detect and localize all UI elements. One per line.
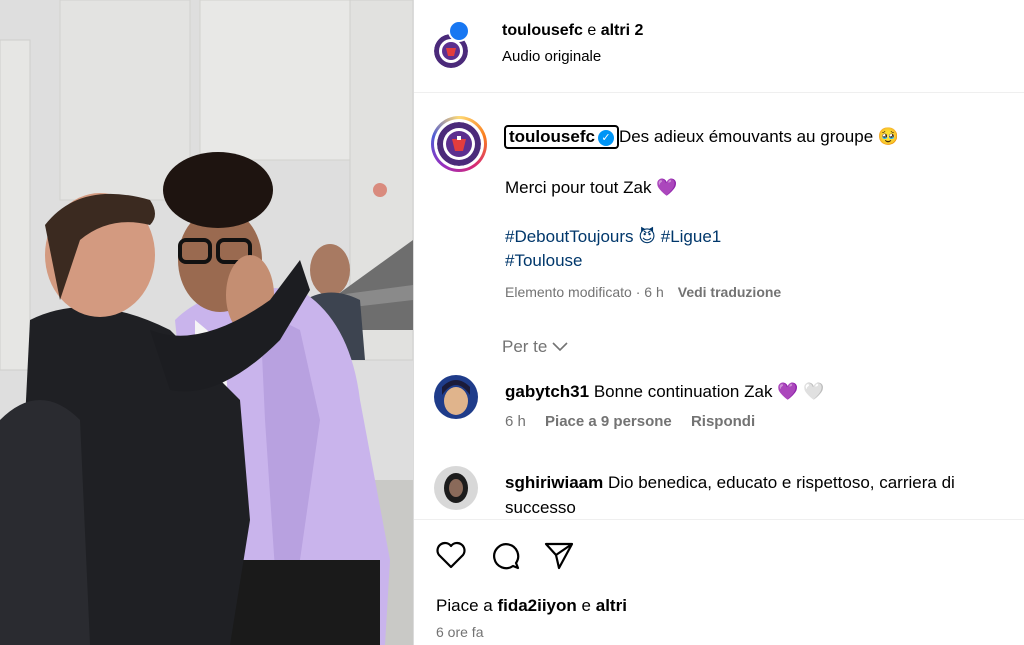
comment-likes-link[interactable]: Piace a 9 persone xyxy=(545,413,672,430)
comment-item: sghiriwiaam Dio benedica, educato e risp… xyxy=(434,466,1014,519)
post-timestamp[interactable]: 6 ore fa xyxy=(436,624,483,640)
like-heart-icon[interactable] xyxy=(434,538,468,572)
caption-author-avatar[interactable] xyxy=(431,116,487,172)
comment-meta: 6 h Piace a 9 persone Rispondi xyxy=(505,413,755,430)
see-translation-button[interactable]: Vedi traduzione xyxy=(678,284,781,300)
sort-dropdown[interactable]: Per te xyxy=(502,337,568,357)
caption-username-text[interactable]: toulousefc xyxy=(509,127,595,146)
chevron-down-icon xyxy=(552,337,568,356)
comment-username[interactable]: sghiriwiaam xyxy=(505,473,603,492)
collab-avatars[interactable] xyxy=(434,20,472,74)
comment-text: Bonne continuation Zak xyxy=(593,382,773,401)
header-author[interactable]: toulousefc e altri 2 xyxy=(502,22,643,40)
hearts-emoji: 💜 🤍 xyxy=(777,382,825,401)
likes-user[interactable]: fida2iiyon xyxy=(497,596,576,615)
purple-heart-emoji: 💜 xyxy=(656,178,678,197)
header-others[interactable]: altri 2 xyxy=(601,22,644,39)
commenter-avatar[interactable] xyxy=(434,375,478,419)
sort-label: Per te xyxy=(502,337,548,356)
devil-emoji: 😈 xyxy=(638,227,656,246)
collab-partner-avatar xyxy=(448,20,470,42)
caption-thanks-text: Merci pour tout Zak xyxy=(505,178,652,197)
header-username[interactable]: toulousefc xyxy=(502,22,583,39)
post-media[interactable] xyxy=(0,0,413,645)
post-photo xyxy=(0,0,413,645)
post-sidebar: toulousefc e altri 2 Audio originale tou… xyxy=(413,0,1024,645)
caption-second-line: Merci pour tout Zak 💜 xyxy=(505,178,677,198)
share-paper-plane-icon[interactable] xyxy=(542,538,576,572)
comment-item: gabytch31 Bonne continuation Zak 💜 🤍 6 h… xyxy=(434,375,1014,435)
caption-meta: Elemento modificato · 6 h Vedi traduzione xyxy=(505,284,781,300)
header-connector: e xyxy=(587,22,597,39)
club-crest-icon xyxy=(437,122,481,166)
post-footer: Piace a fida2iiyon e altri 6 ore fa xyxy=(414,519,1024,645)
reply-button[interactable]: Rispondi xyxy=(691,413,755,430)
hashtags-line: #DeboutToujours 😈 #Ligue1 xyxy=(505,227,721,247)
pleading-face-emoji: 🥹 xyxy=(877,127,900,146)
likes-summary[interactable]: Piace a fida2iiyon e altri xyxy=(436,596,627,616)
hashtag-deboutoujours[interactable]: #DeboutToujours xyxy=(505,227,634,246)
post-header: toulousefc e altri 2 Audio originale xyxy=(414,0,1024,93)
audio-link[interactable]: Audio originale xyxy=(502,48,601,65)
verified-badge-icon: ✓ xyxy=(597,130,614,146)
likes-others[interactable]: altri xyxy=(596,596,627,615)
edited-status: Elemento modificato · 6 h xyxy=(505,284,664,300)
comments-scroll-area[interactable]: toulousefc ✓ Des adieux émouvants au group… xyxy=(414,94,1024,519)
commenter-avatar[interactable] xyxy=(434,466,478,510)
comment-body: sghiriwiaam Dio benedica, educato e risp… xyxy=(505,470,1015,519)
caption-first-line: toulousefc ✓ Des adieux émouvants au group… xyxy=(504,125,899,149)
hashtag-toulouse[interactable]: #Toulouse xyxy=(505,251,583,271)
caption-username[interactable]: toulousefc ✓ xyxy=(504,125,619,149)
comment-bubble-icon[interactable] xyxy=(489,538,523,572)
comment-body: gabytch31 Bonne continuation Zak 💜 🤍 xyxy=(505,379,1015,404)
likes-prefix: Piace a xyxy=(436,596,493,615)
hashtag-ligue1[interactable]: #Ligue1 xyxy=(661,227,722,246)
comment-time: 6 h xyxy=(505,413,526,430)
likes-connector: e xyxy=(581,596,591,615)
caption-text: Des adieux émouvants au groupe xyxy=(618,127,874,146)
comment-username[interactable]: gabytch31 xyxy=(505,382,589,401)
